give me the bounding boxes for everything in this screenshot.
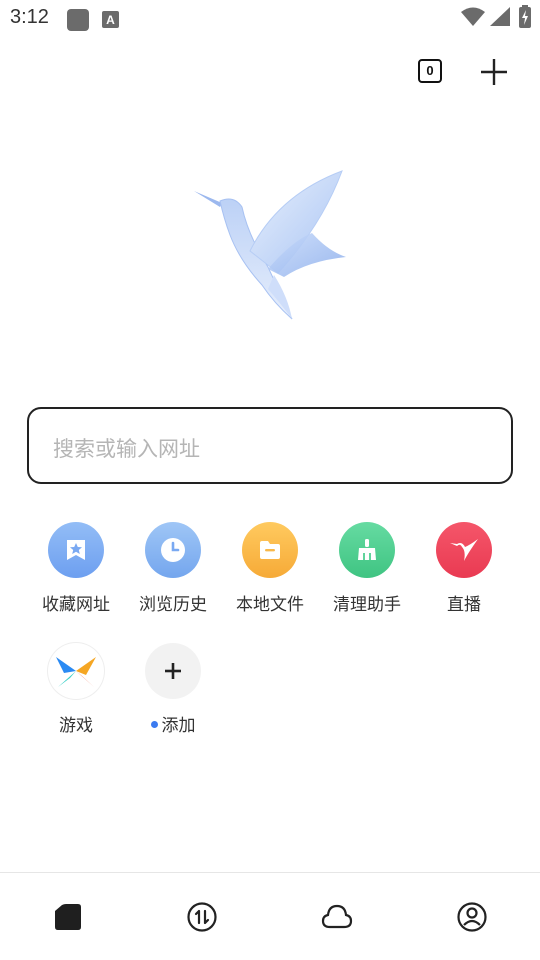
nav-profile[interactable]	[456, 901, 488, 933]
shortcut-label: 游戏	[59, 716, 93, 736]
search-placeholder: 搜索或输入网址	[53, 437, 200, 461]
plus-icon	[145, 643, 201, 699]
status-time: 3:12	[10, 6, 49, 28]
cloud-icon	[321, 904, 353, 929]
shortcut-local-files[interactable]: 本地文件	[220, 522, 320, 615]
shortcut-cleaner[interactable]: 清理助手	[317, 522, 417, 615]
battery-charging-icon	[518, 4, 532, 34]
shortcut-add[interactable]: 添加	[123, 643, 223, 736]
signal-icon	[488, 6, 512, 32]
bookmark-star-icon	[48, 522, 104, 578]
browser-home-screen: 3:12 A 0 搜索或输入网址 收藏网址 浏览历史 本地文件 清理助手 直播 …	[0, 0, 540, 960]
shortcut-games[interactable]: 游戏	[26, 643, 126, 736]
shortcut-label-with-dot: 添加	[123, 711, 223, 736]
nav-home[interactable]	[52, 901, 84, 933]
status-bar: 3:12 A	[0, 0, 540, 38]
clock-icon	[145, 522, 201, 578]
search-input[interactable]: 搜索或输入网址	[27, 407, 513, 484]
bottom-nav	[0, 872, 540, 960]
broom-icon	[339, 522, 395, 578]
svg-text:A: A	[106, 13, 115, 27]
nav-transfer[interactable]	[186, 901, 218, 933]
shortcut-label: 添加	[161, 716, 196, 736]
new-indicator-dot	[150, 720, 158, 728]
shortcut-label: 清理助手	[333, 595, 401, 615]
bird-icon	[436, 522, 492, 578]
shortcut-bookmarks[interactable]: 收藏网址	[26, 522, 126, 615]
shortcut-label: 收藏网址	[42, 595, 110, 615]
shortcut-label: 本地文件	[236, 595, 304, 615]
folder-icon	[242, 522, 298, 578]
a-letter-icon: A	[101, 8, 121, 34]
nav-cloud[interactable]	[321, 901, 353, 933]
shortcut-history[interactable]: 浏览历史	[123, 522, 223, 615]
profile-icon	[457, 902, 487, 932]
plus-icon	[481, 59, 507, 85]
shortcut-label: 浏览历史	[139, 595, 207, 615]
shortcut-live[interactable]: 直播	[414, 522, 514, 615]
app-notification-icon	[66, 8, 90, 36]
wifi-icon	[460, 6, 486, 32]
game-x-icon	[48, 643, 104, 699]
tab-count-button[interactable]: 0	[418, 59, 442, 83]
home-icon	[55, 904, 81, 930]
shortcut-label: 直播	[447, 595, 481, 615]
new-tab-button[interactable]	[478, 56, 510, 88]
transfer-icon	[187, 902, 217, 932]
hummingbird-logo	[188, 165, 353, 325]
